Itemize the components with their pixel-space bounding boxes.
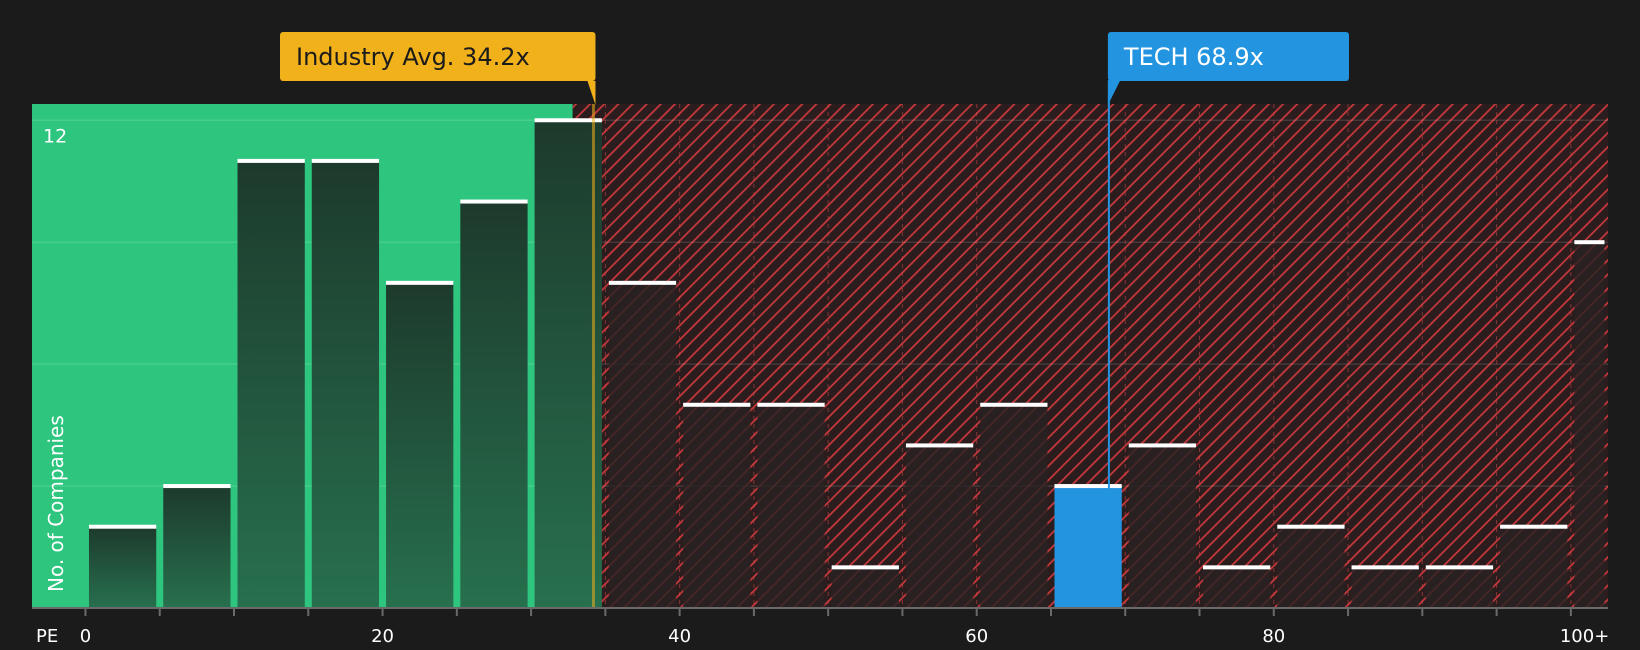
x-tick-label: 60	[965, 626, 988, 647]
bar-cap	[311, 158, 380, 163]
histogram-bar	[163, 486, 231, 608]
histogram-bar	[88, 526, 157, 608]
bar-cap	[905, 443, 974, 448]
histogram-bar	[386, 282, 454, 608]
bar-cap	[683, 402, 751, 407]
bar-cap	[1351, 565, 1419, 570]
histogram-bar	[460, 201, 528, 608]
bar-cap	[1203, 565, 1271, 570]
bar-cap	[1574, 240, 1605, 245]
bar-cap	[1128, 443, 1197, 448]
bar-cap	[163, 484, 231, 489]
x-tick-label: 40	[668, 626, 691, 647]
bar-cap	[88, 524, 157, 529]
histogram-bar	[534, 120, 602, 609]
y-axis-label: No. of Companies	[44, 415, 68, 592]
x-axis-label: PE	[36, 626, 58, 647]
bar-cap	[386, 280, 454, 285]
bar-cap	[1425, 565, 1494, 570]
bar-cap	[1500, 524, 1568, 529]
bar-cap	[534, 118, 602, 123]
histogram-bar	[1203, 567, 1271, 608]
x-tick-label: 80	[1262, 626, 1285, 647]
histogram-bar	[311, 160, 380, 608]
bar-cap	[757, 402, 825, 407]
histogram-bar	[831, 567, 899, 608]
histogram-bar	[1351, 567, 1419, 608]
y-tick-label: 12	[43, 125, 67, 147]
bar-cap	[608, 280, 677, 285]
histogram-bar	[1425, 567, 1494, 608]
histogram-bar	[757, 404, 825, 608]
histogram-bar	[1128, 445, 1197, 608]
bar-cap	[831, 565, 899, 570]
pe-distribution-chart: PE 0 20 40 60 80 100+ 12 No. of Companies Indust…	[32, 32, 1609, 647]
x-tick-label: 20	[371, 626, 394, 647]
bar-cap	[980, 402, 1048, 407]
histogram-bar	[1500, 526, 1568, 608]
company-callout-label: TECH 68.9x	[1123, 43, 1264, 71]
histogram-bar	[683, 404, 751, 608]
industry-avg-callout-label: Industry Avg. 34.2x	[296, 43, 530, 71]
histogram-bar	[237, 160, 305, 608]
bar-cap	[1277, 524, 1345, 529]
bar-cap	[460, 199, 528, 204]
industry-avg-callout-pointer	[587, 81, 596, 105]
bar-cap	[237, 158, 305, 163]
histogram-bar	[905, 445, 974, 608]
company-bar	[1054, 486, 1122, 608]
x-tick-label: 0	[80, 626, 91, 647]
histogram-bar	[980, 404, 1048, 608]
histogram-bar	[1277, 526, 1345, 608]
histogram-bar	[608, 282, 677, 608]
histogram-bar	[1574, 242, 1605, 608]
x-tick-label: 100+	[1560, 626, 1609, 647]
bar-cap	[1054, 484, 1122, 489]
